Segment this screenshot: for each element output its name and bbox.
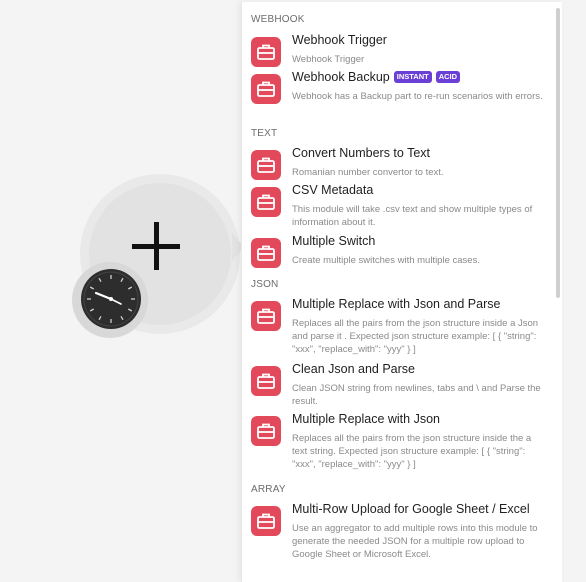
module-title: Multiple Replace with Json: [292, 412, 440, 426]
panel-scrollbar[interactable]: [556, 8, 560, 298]
module-description: Create multiple switches with multiple c…: [292, 255, 480, 266]
module-description: Replaces all the pairs from the json str…: [292, 318, 539, 355]
toolbox-icon: [251, 187, 281, 217]
module-title: CSV Metadata: [292, 183, 374, 197]
module-title: Clean Json and Parse: [292, 362, 415, 376]
module-description: This module will take .csv text and show…: [292, 204, 533, 228]
toolbox-icon: [251, 238, 281, 268]
module-description: Replaces all the pairs from the json str…: [292, 433, 532, 470]
toolbox-icon: [251, 416, 281, 446]
module-title: Multi-Row Upload for Google Sheet / Exce…: [292, 502, 530, 516]
module-title: Multiple Switch: [292, 234, 376, 248]
module-description: Webhook Trigger: [292, 54, 365, 65]
module-title: Convert Numbers to Text: [292, 146, 431, 160]
module-description: Romanian number convertor to text.: [292, 167, 444, 178]
toolbox-icon: [251, 150, 281, 180]
toolbox-icon: [251, 301, 281, 331]
acid-badge: ACID: [435, 71, 461, 83]
module-title-text: Webhook Backup: [292, 70, 390, 84]
section-title-text: TEXT: [251, 128, 278, 139]
module-description: Use an aggregator to add multiple rows i…: [292, 523, 538, 560]
toolbox-icon: [251, 74, 281, 104]
section-title-array: ARRAY: [251, 484, 286, 495]
module-title: Webhook Trigger: [292, 33, 387, 47]
plus-icon[interactable]: [128, 218, 184, 274]
toolbox-icon: [251, 366, 281, 396]
toolbox-icon: [251, 37, 281, 67]
section-title-webhook: WEBHOOK: [251, 14, 305, 25]
module-title: Webhook Backup INSTANT ACID: [292, 70, 461, 84]
module-title: Multiple Replace with Json and Parse: [292, 297, 501, 311]
instant-badge: INSTANT: [393, 71, 432, 83]
clock-icon[interactable]: [81, 269, 141, 329]
section-title-json: JSON: [251, 279, 279, 290]
module-dropdown-panel: [241, 2, 562, 582]
module-description: Webhook has a Backup part to re-run scen…: [292, 91, 543, 102]
toolbox-icon: [251, 506, 281, 536]
module-description: Clean JSON string from newlines, tabs an…: [292, 383, 541, 407]
